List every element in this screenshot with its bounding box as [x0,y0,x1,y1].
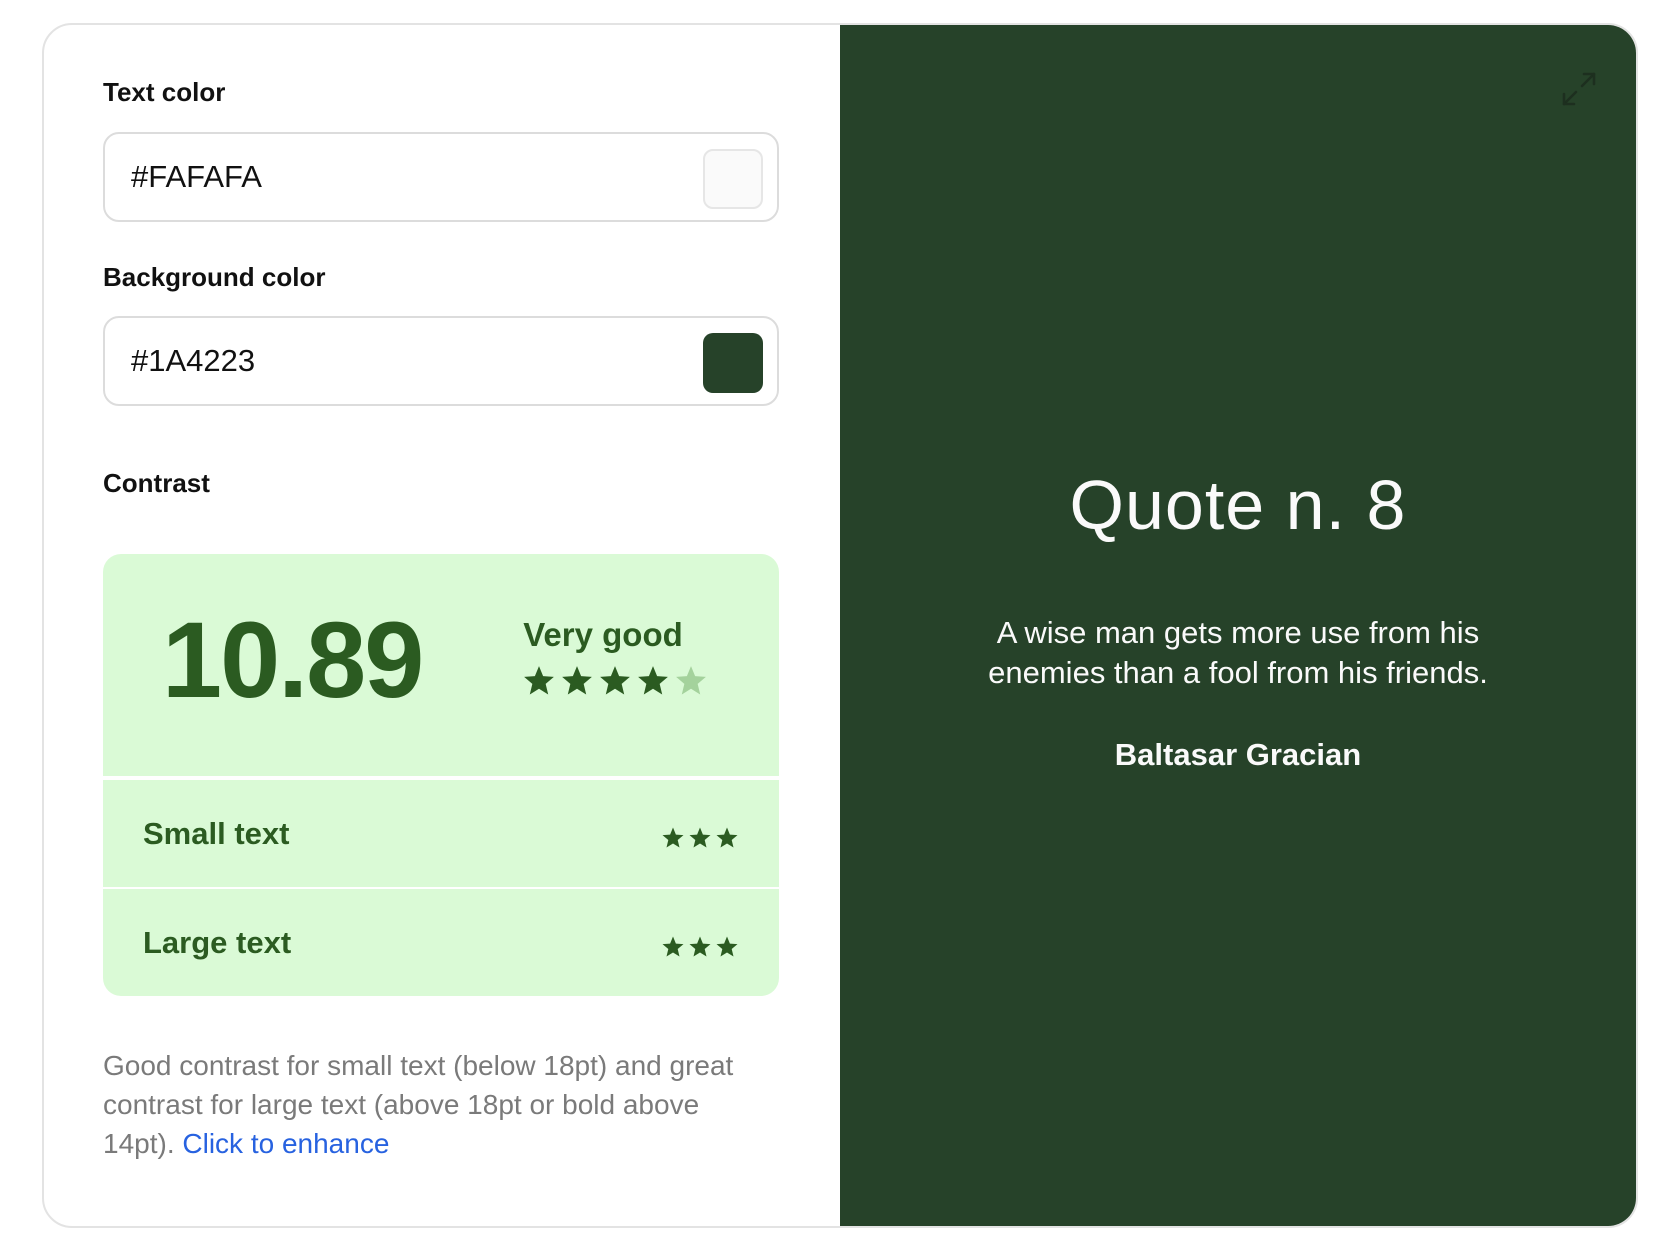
settings-panel: Text color Background color Contrast 10.… [44,25,840,1226]
star-icon [522,664,556,698]
small-text-row: Small text [103,780,779,887]
star-icon [688,935,712,959]
quote-text: A wise man gets more use from his enemie… [988,615,1488,690]
star-icon [715,826,739,850]
enhance-link[interactable]: Click to enhance [182,1128,389,1159]
expand-icon[interactable] [1560,70,1598,108]
background-color-label: Background color [103,262,326,292]
preview-panel: Quote n. 8 A wise man gets more use from… [840,25,1636,1226]
star-icon [688,826,712,850]
text-color-label: Text color [103,77,226,107]
contrast-score-panel: 10.89 Very good [103,554,779,776]
star-icon [674,664,708,698]
contrast-description: Good contrast for small text (below 18pt… [103,1046,763,1163]
star-icon [715,935,739,959]
contrast-ratio: 10.89 [162,599,424,720]
contrast-checker-card: Text color Background color Contrast 10.… [42,23,1638,1228]
text-color-field [103,132,779,222]
quote-title: Quote n. 8 [1069,466,1407,544]
quote-author: Baltasar Gracian [1114,737,1362,772]
large-text-stars [661,935,739,959]
small-text-label: Small text [143,816,290,851]
text-color-input[interactable] [131,154,651,200]
large-text-label: Large text [143,925,292,960]
contrast-result: 10.89 Very good Small text Large text [103,554,779,996]
contrast-label: Contrast [103,468,210,498]
star-icon [560,664,594,698]
star-icon [636,664,670,698]
star-icon [661,826,685,850]
small-text-stars [661,826,739,850]
background-color-field [103,316,779,406]
text-color-swatch[interactable] [703,149,763,209]
rating-stars [522,664,708,698]
background-color-swatch[interactable] [703,333,763,393]
star-icon [598,664,632,698]
contrast-rating: Very good [523,616,683,653]
background-color-input[interactable] [131,338,651,384]
large-text-row: Large text [103,889,779,996]
star-icon [661,935,685,959]
